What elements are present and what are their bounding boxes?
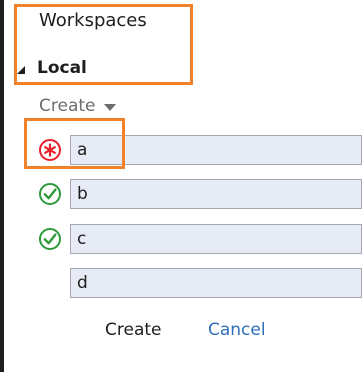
checkmark-circle-icon bbox=[38, 227, 62, 251]
create-button[interactable]: Create bbox=[105, 320, 162, 340]
workspace-name-input[interactable] bbox=[70, 268, 362, 298]
workspace-row bbox=[38, 178, 362, 210]
section-label: Local bbox=[37, 58, 87, 78]
section-header-local[interactable]: Local bbox=[17, 58, 87, 78]
create-dropdown[interactable]: Create bbox=[39, 96, 116, 116]
workspace-name-input[interactable] bbox=[70, 224, 362, 254]
workspace-row bbox=[38, 134, 362, 166]
asterisk-circle-icon bbox=[38, 138, 62, 162]
panel-title: Workspaces bbox=[39, 10, 147, 31]
expand-triangle-icon[interactable] bbox=[17, 65, 25, 74]
workspace-name-input[interactable] bbox=[70, 179, 362, 209]
workspace-row bbox=[38, 267, 362, 299]
left-edge-bar bbox=[0, 0, 4, 372]
workspace-name-input[interactable] bbox=[70, 135, 362, 165]
cancel-link[interactable]: Cancel bbox=[208, 320, 266, 340]
create-dropdown-label: Create bbox=[39, 96, 96, 116]
workspace-row bbox=[38, 223, 362, 255]
caret-down-icon bbox=[103, 103, 116, 111]
checkmark-circle-icon bbox=[38, 182, 62, 206]
